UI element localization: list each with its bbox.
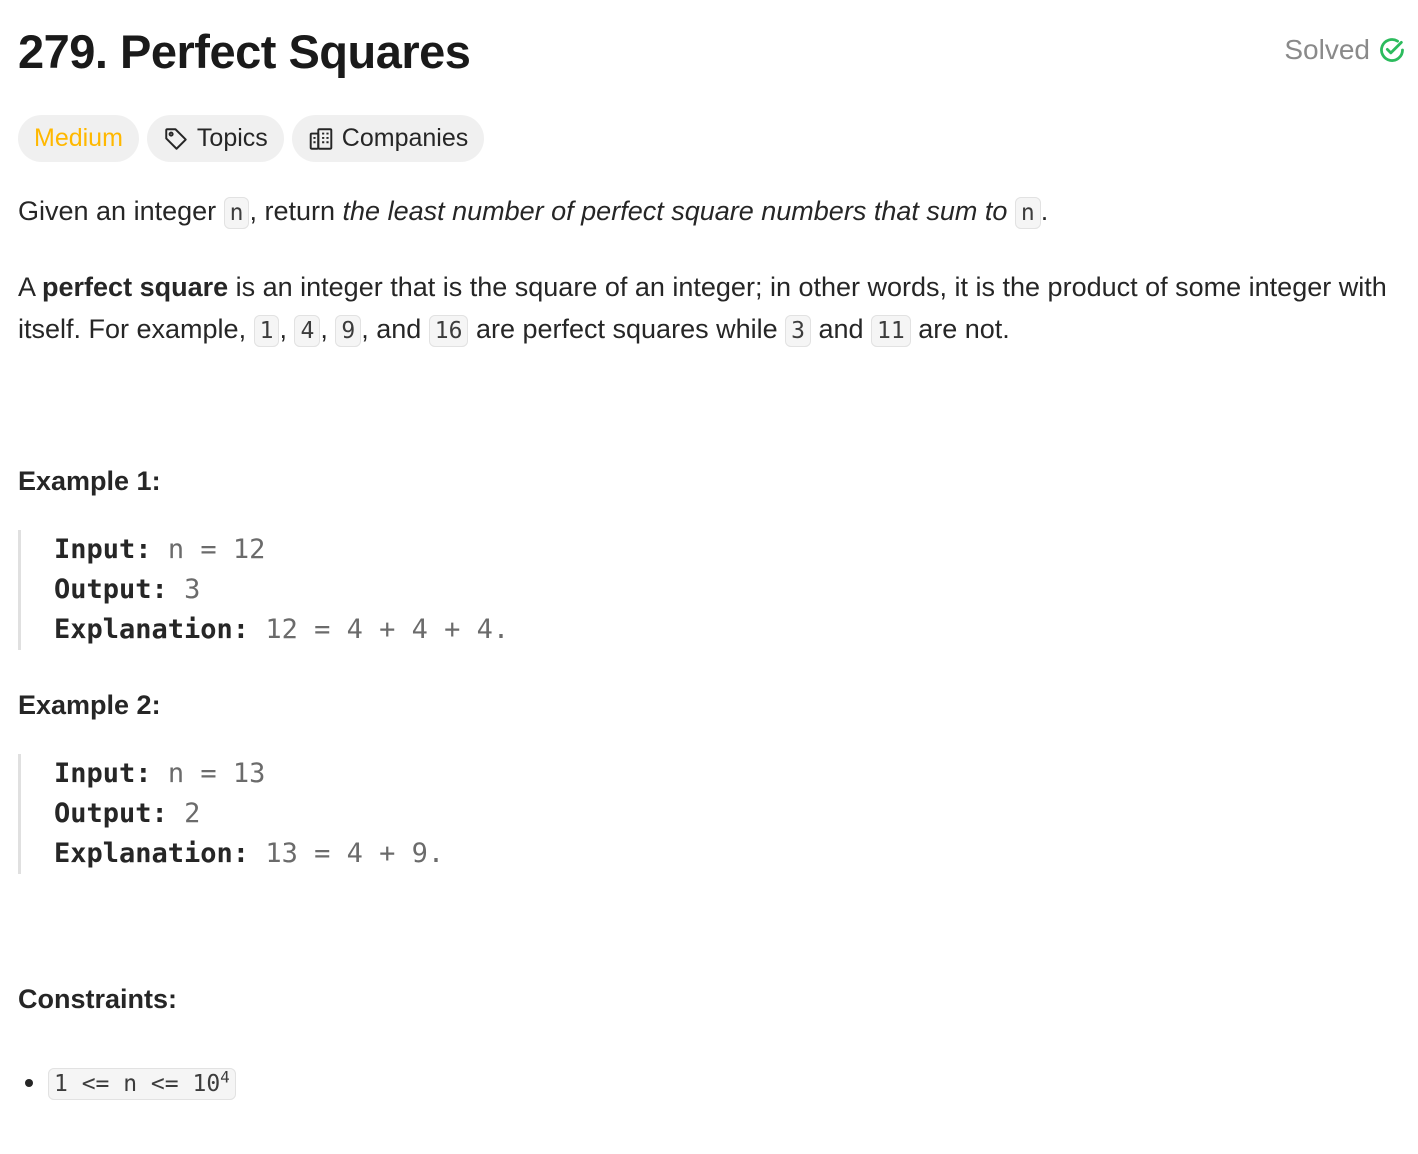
input-value: n = 12 bbox=[167, 534, 266, 565]
tag-icon bbox=[165, 127, 187, 150]
text: , return bbox=[249, 196, 343, 226]
difficulty-badge: Medium bbox=[18, 115, 139, 162]
inline-code: n bbox=[223, 197, 250, 229]
example-1-block: Input: n = 12 Output: 3 Explanation: 12 … bbox=[18, 530, 1398, 650]
building-icon bbox=[309, 127, 333, 150]
text: . bbox=[1040, 196, 1049, 226]
constraint-exponent: 4 bbox=[220, 1067, 230, 1086]
inline-code: n bbox=[1014, 197, 1041, 229]
example-input-line: Input: n = 13 bbox=[54, 754, 1398, 794]
constraints-list: 1 <= n <= 104 bbox=[18, 1056, 1398, 1105]
solved-status: Solved bbox=[1284, 34, 1406, 66]
tag-row: Medium Topics Companies bbox=[18, 115, 485, 162]
text: are not. bbox=[910, 314, 1010, 344]
example-input-line: Input: n = 12 bbox=[54, 530, 1398, 570]
text: , bbox=[279, 314, 295, 344]
text: A bbox=[18, 272, 43, 302]
text: Given an integer bbox=[18, 196, 224, 226]
constraints-title: Constraints: bbox=[18, 984, 178, 1014]
description-paragraph-1: Given an integer n, return the least num… bbox=[18, 190, 1398, 234]
solved-label: Solved bbox=[1284, 34, 1370, 65]
inline-code: 11 bbox=[871, 315, 911, 347]
explanation-value: 12 = 4 + 4 + 4. bbox=[265, 614, 510, 645]
check-circle-icon bbox=[1380, 38, 1404, 62]
constraint-code: 1 <= n <= 104 bbox=[48, 1067, 236, 1100]
constraint-item: 1 <= n <= 104 bbox=[48, 1056, 1398, 1105]
companies-label: Companies bbox=[341, 124, 469, 152]
problem-description: Given an integer n, return the least num… bbox=[18, 190, 1398, 1105]
example-output-line: Output: 3 bbox=[54, 570, 1398, 610]
topics-button[interactable]: Topics bbox=[146, 115, 284, 162]
inline-code: 1 bbox=[253, 315, 280, 347]
inline-code: 3 bbox=[785, 315, 811, 347]
text: are perfect squares while bbox=[468, 314, 786, 344]
text: , bbox=[320, 314, 336, 344]
input-label: Input: bbox=[54, 758, 152, 789]
input-value: n = 13 bbox=[167, 758, 266, 789]
problem-header: 279. Perfect Squares Solved bbox=[18, 22, 1406, 82]
problem-title: 279. Perfect Squares bbox=[18, 25, 471, 78]
example-output-line: Output: 2 bbox=[54, 794, 1398, 834]
emphasis-text: the least number of perfect square numbe… bbox=[342, 196, 1008, 226]
constraint-text: 1 <= n <= 10 bbox=[54, 1070, 221, 1097]
bold-term: perfect square bbox=[42, 272, 229, 302]
text: and bbox=[810, 314, 872, 344]
topics-label: Topics bbox=[196, 124, 268, 152]
output-label: Output: bbox=[54, 798, 168, 829]
companies-button[interactable]: Companies bbox=[291, 115, 485, 162]
description-paragraph-2: A perfect square is an integer that is t… bbox=[18, 266, 1398, 352]
example-1-title: Example 1: bbox=[18, 466, 161, 496]
example-explanation-line: Explanation: 13 = 4 + 9. bbox=[54, 834, 1398, 874]
output-label: Output: bbox=[54, 574, 168, 605]
output-value: 2 bbox=[184, 798, 201, 829]
example-explanation-line: Explanation: 12 = 4 + 4 + 4. bbox=[54, 610, 1398, 650]
inline-code: 4 bbox=[294, 315, 321, 347]
difficulty-label: Medium bbox=[34, 124, 123, 152]
input-label: Input: bbox=[54, 534, 152, 565]
inline-code: 16 bbox=[428, 315, 469, 347]
explanation-value: 13 = 4 + 9. bbox=[265, 838, 445, 869]
example-2-block: Input: n = 13 Output: 2 Explanation: 13 … bbox=[18, 754, 1398, 874]
inline-code: 9 bbox=[335, 315, 362, 347]
explanation-label: Explanation: bbox=[54, 838, 250, 869]
text: , and bbox=[361, 314, 429, 344]
explanation-label: Explanation: bbox=[54, 614, 250, 645]
output-value: 3 bbox=[184, 574, 201, 605]
example-2-title: Example 2: bbox=[18, 690, 161, 720]
